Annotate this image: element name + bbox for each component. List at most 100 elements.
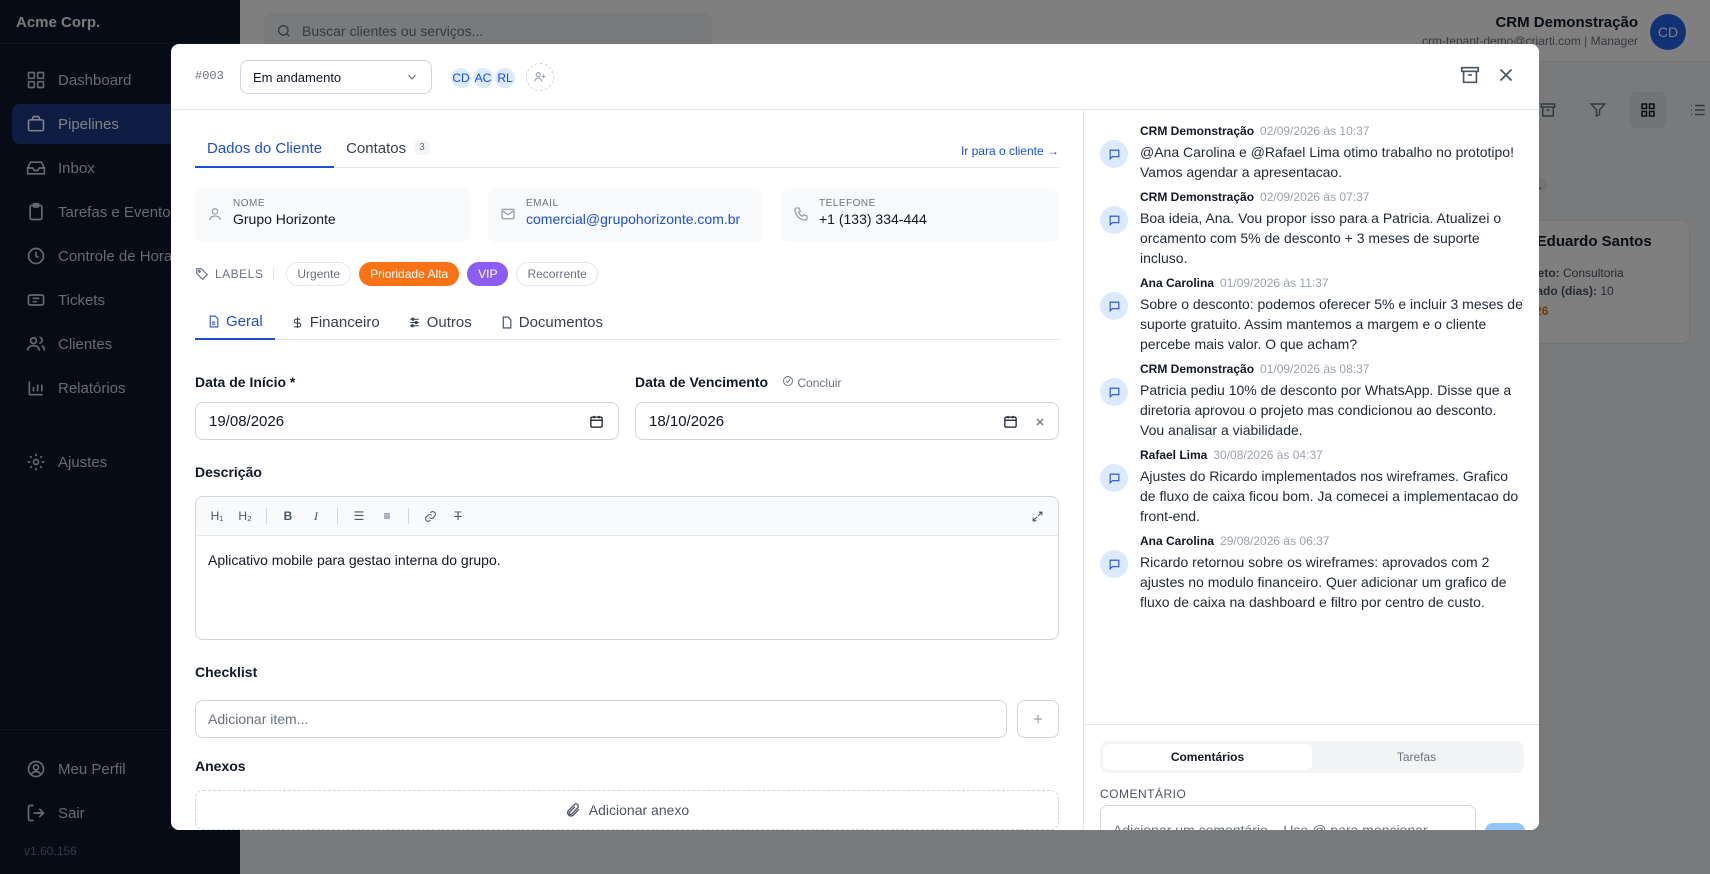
status-value: Em andamento	[253, 69, 342, 85]
due-date-input[interactable]: 18/10/2026	[635, 402, 1059, 440]
label-chip[interactable]: Urgente	[286, 262, 352, 286]
avatar[interactable]: CD	[449, 66, 473, 90]
heading2-icon[interactable]: H₂	[234, 505, 256, 527]
status-select[interactable]: Em andamento	[240, 60, 432, 94]
tab-financeiro[interactable]: Financeiro	[279, 304, 392, 340]
comment-body: Rafael Lima 30/08/2026 às 04:37 Ajustes d…	[1140, 448, 1523, 526]
comment-header: CRM Demonstração 01/09/2026 às 08:37	[1140, 362, 1523, 376]
tab-tarefas[interactable]: Tarefas	[1312, 744, 1521, 770]
contacts-count-badge: 3	[414, 140, 430, 155]
comment-icon	[1100, 464, 1128, 492]
comment-input[interactable]: Adicionar um comentário... Use @ para me…	[1100, 805, 1476, 830]
comment-item: CRM Demonstração 02/09/2026 às 10:37 @Ana…	[1100, 124, 1523, 182]
tab-contatos[interactable]: Contatos 3	[334, 136, 442, 168]
description-text[interactable]: Aplicativo mobile para gestao interna do…	[196, 536, 1058, 584]
go-to-client-link[interactable]: Ir para o cliente →	[961, 144, 1059, 158]
tab-outros[interactable]: Outros	[396, 304, 484, 340]
comment-item: Ana Carolina 01/09/2026 às 11:37 Sobre o …	[1100, 276, 1523, 354]
client-email-field: EMAIL comercial@grupohorizonte.com.br	[488, 188, 764, 242]
plus-icon	[1033, 714, 1043, 724]
tab-label: Outros	[426, 313, 472, 331]
link-icon[interactable]	[419, 505, 441, 527]
comment-icon	[1100, 550, 1128, 578]
label-chip[interactable]: Prioridade Alta	[359, 262, 460, 286]
numbered-list-icon[interactable]: ≡	[376, 505, 398, 527]
heading1-icon[interactable]: H₁	[206, 505, 228, 527]
comment-text: Ricardo retornou sobre os wireframes: ap…	[1140, 554, 1507, 610]
client-email-link[interactable]: comercial@grupohorizonte.com.br	[526, 211, 752, 227]
add-assignee-button[interactable]	[526, 63, 554, 91]
tab-label: Contatos	[346, 140, 407, 157]
comment-text: Sobre o desconto: podemos oferecer 5% e …	[1140, 296, 1523, 352]
modal-header: #003 Em andamento CD AC RL	[171, 44, 1539, 110]
field-label: NOME	[233, 198, 265, 209]
comment-author: Rafael Lima	[1140, 448, 1208, 462]
document-icon	[502, 316, 512, 328]
field-label: TELEFONE	[819, 198, 876, 209]
add-attachment-button[interactable]: Adicionar anexo	[195, 790, 1059, 830]
comment-body: CRM Demonstração 02/09/2026 às 10:37 @Ana…	[1140, 124, 1523, 182]
start-date-input[interactable]: 19/08/2026	[195, 402, 619, 440]
bold-icon[interactable]: B	[277, 505, 299, 527]
comment-time: 29/08/2026 às 06:37	[1220, 534, 1330, 548]
calendar-icon[interactable]	[589, 414, 604, 429]
modal-tools	[1459, 64, 1517, 86]
send-comment-button[interactable]	[1485, 823, 1525, 830]
comment-header: Rafael Lima 30/08/2026 às 04:37	[1140, 448, 1523, 462]
due-date-header: Data de Vencimento Concluir	[635, 374, 841, 390]
start-date-label: Data de Início *	[195, 374, 296, 390]
paperclip-icon	[566, 803, 580, 817]
tab-label: Financeiro	[309, 313, 380, 331]
comment-composer: Comentários Tarefas COMENTÁRIO Adicionar…	[1084, 724, 1539, 830]
bullet-list-icon[interactable]: ☰	[348, 505, 370, 527]
comment-text: @Ana Carolina e @Rafael Lima otimo traba…	[1140, 144, 1514, 180]
user-plus-icon	[534, 72, 546, 82]
calendar-icon[interactable]	[1003, 414, 1018, 429]
comment-time: 02/09/2026 às 07:37	[1260, 190, 1370, 204]
description-label: Descrição	[195, 464, 262, 480]
archive-icon[interactable]	[1459, 64, 1481, 86]
tab-documentos[interactable]: Documentos	[488, 304, 615, 340]
clear-icon[interactable]	[1034, 416, 1046, 428]
label-chip[interactable]: VIP	[467, 262, 509, 286]
comment-header: CRM Demonstração 02/09/2026 às 10:37	[1140, 124, 1523, 138]
checklist-placeholder: Adicionar item...	[208, 711, 309, 727]
conclude-button[interactable]: Concluir	[782, 375, 841, 390]
client-name-field: NOME Grupo Horizonte	[195, 188, 471, 242]
client-phone-field: TELEFONE +1 (133) 334-444	[781, 188, 1059, 242]
file-icon	[209, 315, 219, 327]
tab-dados-cliente[interactable]: Dados do Cliente	[195, 136, 335, 168]
comment-body: Ana Carolina 01/09/2026 às 11:37 Sobre o …	[1140, 276, 1523, 354]
tab-label: Documentos	[518, 313, 603, 331]
comment-body: CRM Demonstração 01/09/2026 às 08:37 Patr…	[1140, 362, 1523, 440]
comment-time: 02/09/2026 às 10:37	[1260, 124, 1370, 138]
tab-comentarios[interactable]: Comentários	[1103, 744, 1312, 770]
italic-icon[interactable]: I	[305, 505, 327, 527]
comment-author: CRM Demonstração	[1140, 124, 1255, 138]
label-chip[interactable]: Recorrente	[516, 262, 598, 286]
avatar[interactable]: AC	[471, 66, 495, 90]
client-name: Grupo Horizonte	[233, 211, 336, 227]
comment-placeholder: Adicionar um comentário... Use @ para me…	[1113, 822, 1428, 830]
comment-header: Ana Carolina 29/08/2026 às 06:37	[1140, 534, 1523, 548]
check-circle-icon	[783, 375, 794, 386]
labels-title: LABELS	[195, 267, 275, 281]
checklist-input[interactable]: Adicionar item...	[195, 700, 1007, 738]
attachments-label: Anexos	[195, 758, 246, 774]
add-checklist-item-button[interactable]	[1017, 700, 1059, 738]
comment-item: CRM Demonstração 01/09/2026 às 08:37 Patr…	[1100, 362, 1523, 440]
comment-body: CRM Demonstração 02/09/2026 às 07:37 Boa …	[1140, 190, 1523, 268]
tab-label: Geral	[226, 312, 263, 330]
avatar[interactable]: RL	[493, 66, 517, 90]
tag-icon	[196, 268, 209, 281]
clear-format-icon[interactable]: T	[447, 505, 469, 527]
expand-icon[interactable]	[1026, 505, 1048, 527]
comment-time: 01/09/2026 às 11:37	[1220, 276, 1329, 290]
tab-label: Dados do Cliente	[207, 140, 323, 157]
comment-author: Ana Carolina	[1140, 534, 1215, 548]
detail-tabs: Geral Financeiro Outros Documentos	[195, 304, 1059, 340]
close-icon[interactable]	[1495, 64, 1517, 86]
tab-geral[interactable]: Geral	[195, 304, 275, 340]
sliders-icon	[409, 317, 419, 327]
comment-icon	[1100, 206, 1128, 234]
